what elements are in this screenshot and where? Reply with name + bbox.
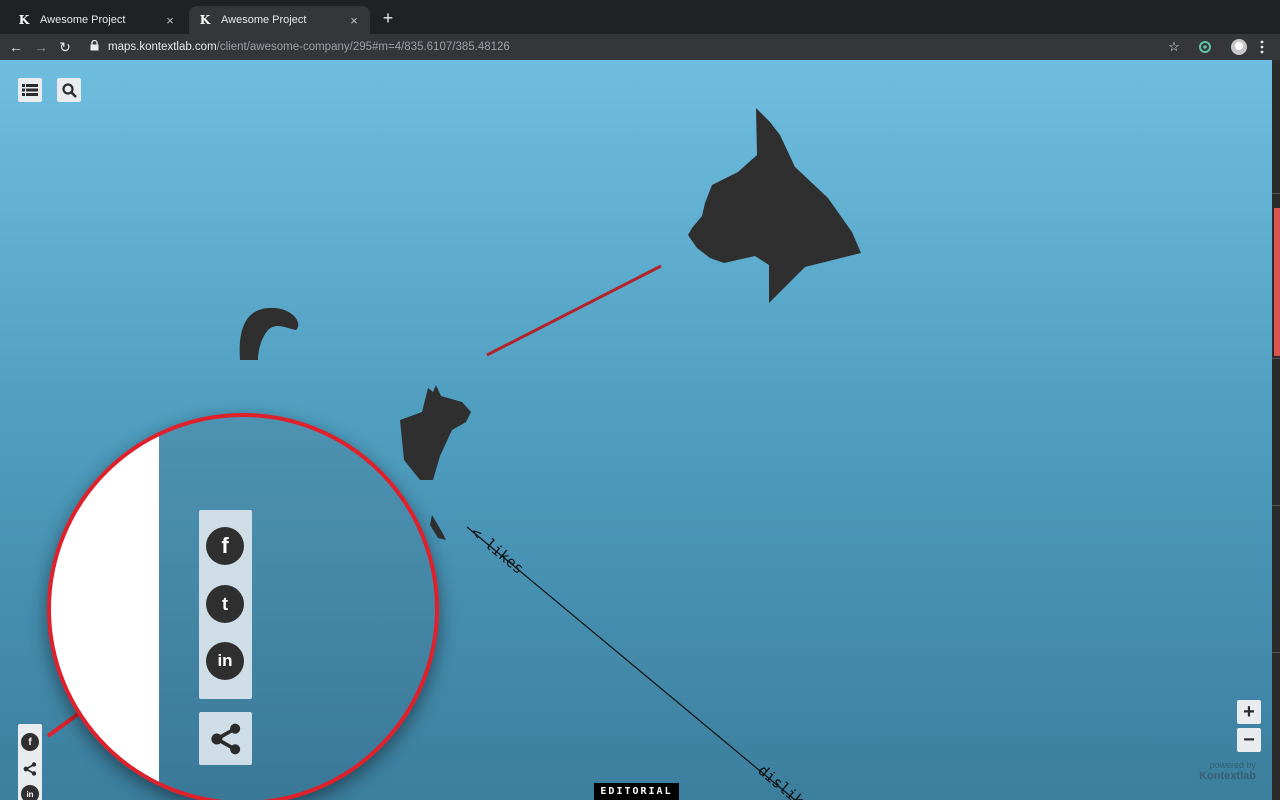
reload-button[interactable]: ↻: [55, 37, 75, 57]
list-icon: [22, 84, 38, 96]
back-button[interactable]: ←: [6, 37, 26, 57]
twitter-icon: t: [206, 585, 244, 623]
red-connector-line: [486, 264, 662, 357]
powered-by-text: powered by: [1209, 760, 1256, 770]
scrollbar-tick: [1272, 505, 1280, 506]
address-bar[interactable]: maps.kontextlab.com/client/awesome-compa…: [84, 36, 1190, 58]
lock-icon: [90, 39, 104, 54]
bookmark-star-icon[interactable]: ☆: [1165, 38, 1183, 56]
small-cat-head: [400, 385, 471, 480]
tab-close-icon[interactable]: ×: [162, 12, 178, 28]
facebook-icon[interactable]: f: [21, 733, 39, 751]
dislikes-label: dislik: [754, 761, 807, 800]
small-cat-silhouette: [239, 307, 299, 360]
magnified-social-panel: f t in: [199, 510, 252, 699]
browser-toolbar: ← → ↻ maps.kontextlab.com/client/awesome…: [0, 34, 1280, 60]
zoom-in-button[interactable]: +: [1237, 700, 1261, 724]
forward-button[interactable]: →: [31, 37, 51, 57]
share-button[interactable]: [18, 756, 42, 782]
cat-head-silhouette: [688, 108, 861, 303]
new-tab-button[interactable]: +: [378, 8, 398, 28]
scrollbar-highlight: [1274, 208, 1280, 356]
map-canvas[interactable]: < likes dislik f t in f t in + −: [0, 60, 1272, 800]
url-path: /client/awesome-company/295#m=4/835.6107…: [216, 41, 510, 53]
list-button[interactable]: [18, 78, 42, 102]
likes-label: < likes: [467, 523, 527, 577]
linkedin-icon: in: [206, 642, 244, 680]
kontextlab-favicon-icon: K: [199, 13, 211, 27]
small-cat-tail-end: [430, 515, 446, 540]
share-icon: [210, 723, 240, 754]
browser-menu-icon[interactable]: [1253, 38, 1271, 56]
tab-close-icon[interactable]: ×: [346, 12, 362, 28]
facebook-icon: f: [206, 527, 244, 565]
extension-icon[interactable]: [1196, 38, 1214, 56]
editorial-badge[interactable]: EDITORIAL: [594, 783, 679, 800]
linkedin-icon[interactable]: in: [21, 785, 39, 800]
zoom-out-button[interactable]: −: [1237, 728, 1261, 752]
profile-avatar[interactable]: [1231, 39, 1247, 55]
magnified-share-button: [199, 712, 252, 765]
tab-title: Awesome Project: [221, 14, 307, 26]
search-button[interactable]: [57, 78, 81, 102]
magnifier-callout: f t in: [47, 413, 439, 800]
url-host: maps.kontextlab.com: [108, 41, 217, 53]
tab-awesome-project-1[interactable]: K Awesome Project ×: [8, 6, 186, 34]
kontextlab-favicon-icon: K: [18, 13, 30, 27]
search-icon: [61, 82, 77, 98]
magnifier-white-area: [51, 417, 159, 800]
tab-title: Awesome Project: [40, 14, 126, 26]
scrollbar-tick: [1272, 193, 1280, 194]
share-icon: [23, 762, 37, 776]
scrollbar-tick: [1272, 652, 1280, 653]
tab-awesome-project-2[interactable]: K Awesome Project ×: [189, 6, 370, 34]
scrollbar-tick: [1272, 358, 1280, 359]
powered-by-credit[interactable]: powered by Kontextlab: [1190, 760, 1256, 782]
page-scrollbar[interactable]: [1272, 60, 1280, 800]
tab-strip: K Awesome Project × K Awesome Project × …: [0, 0, 1280, 34]
kontextlab-brand: Kontextlab: [1199, 770, 1256, 782]
